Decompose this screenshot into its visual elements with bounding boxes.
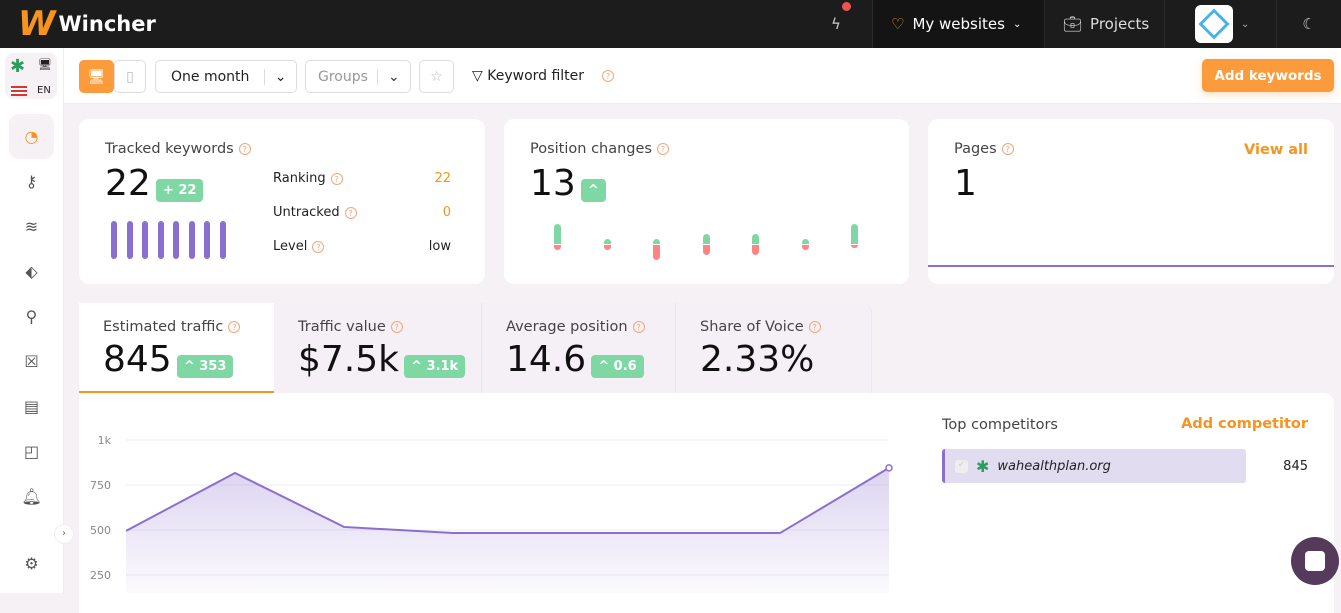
add-keywords-button[interactable]: Add keywords bbox=[1202, 59, 1334, 92]
change-badge: ^ 353 bbox=[176, 355, 234, 378]
search-icon[interactable]: ⚲ bbox=[9, 294, 54, 339]
up-badge: ^ bbox=[580, 179, 606, 202]
change-bar-down bbox=[752, 245, 759, 255]
data-point bbox=[885, 464, 893, 472]
keyword-bars bbox=[111, 221, 226, 259]
change-bar-down bbox=[653, 245, 660, 260]
groups-select[interactable]: Groups ⌄ bbox=[305, 60, 411, 93]
keyword-bar bbox=[142, 221, 148, 259]
keyword-bar bbox=[111, 221, 117, 259]
change-badge: + 22 bbox=[155, 179, 204, 202]
change-bar-up bbox=[554, 224, 561, 244]
metric-tab[interactable]: Estimated traffic? 845 ^ 353 bbox=[79, 303, 274, 393]
filter-icon: ▽ bbox=[472, 68, 483, 84]
y-tick-label: 1k bbox=[98, 434, 112, 447]
star-icon: ☆ bbox=[430, 68, 443, 85]
projects-button[interactable]: 💼︎ Projects bbox=[1044, 0, 1164, 48]
desktop-icon: 🖥︎ bbox=[38, 58, 52, 71]
toolbar: 🖥︎ ▯ One month ⌄ Groups ⌄ ☆ ▽ Keyword filt… bbox=[64, 48, 1341, 104]
keyword-filter-button[interactable]: ▽ Keyword filter? bbox=[472, 68, 615, 84]
my-websites-dropdown[interactable]: ♡ My websites ⌄ bbox=[872, 0, 1044, 48]
y-tick-label: 750 bbox=[90, 479, 111, 492]
favorites-star-button[interactable]: ☆ bbox=[419, 60, 454, 93]
expand-sidebar-button[interactable]: › bbox=[54, 524, 74, 544]
change-badge: ^ 3.1k bbox=[404, 355, 466, 378]
competitors-icon[interactable]: ☒ bbox=[9, 339, 54, 384]
traffic-panel: 1k 750 500 250 Top competitors Add competit… bbox=[79, 393, 1334, 613]
traffic-chart: 1k 750 500 250 bbox=[90, 434, 893, 593]
stat-row: Ranking? 22 bbox=[273, 171, 451, 186]
change-bar-down bbox=[554, 245, 561, 250]
desktop-toggle[interactable]: 🖥︎ bbox=[79, 60, 114, 93]
keyword-bar bbox=[126, 221, 133, 259]
chevron-down-icon: ⌄ bbox=[376, 68, 410, 85]
competitor-row[interactable]: ✓ ✱ wahealthplan.org bbox=[942, 449, 1246, 483]
dark-mode-toggle[interactable]: ☾ bbox=[1276, 0, 1341, 48]
tracked-keywords-card: Tracked keywords? 22 + 22 Ranking? 22 Untr… bbox=[79, 119, 485, 284]
alerts-bell-icon[interactable]: 🔔︎ bbox=[9, 474, 54, 519]
stat-row: Untracked? 0 bbox=[273, 205, 451, 220]
chevron-down-icon: ⌄ bbox=[264, 68, 296, 85]
position-changes-card: Position changes? 13 ^ bbox=[504, 119, 909, 284]
dashboard-icon[interactable]: ◔ bbox=[9, 114, 54, 159]
tags-icon[interactable]: ⬖ bbox=[9, 249, 54, 294]
chat-button[interactable] bbox=[1291, 537, 1339, 585]
moon-icon: ☾ bbox=[1302, 15, 1316, 33]
period-select[interactable]: One month ⌄ bbox=[155, 60, 297, 93]
keyword-bar bbox=[188, 221, 195, 259]
change-bar-down bbox=[702, 245, 710, 255]
change-bar-down bbox=[603, 245, 611, 250]
change-bar-up bbox=[603, 239, 611, 244]
keyword-bar bbox=[173, 221, 179, 259]
site-favicon: ✱ bbox=[976, 456, 990, 476]
keyword-bar bbox=[157, 221, 164, 259]
site-favicon: ✱ bbox=[10, 56, 26, 77]
help-icon: ? bbox=[602, 70, 615, 82]
layers-icon[interactable]: ≋ bbox=[9, 204, 54, 249]
keywords-key-icon[interactable]: ⚷ bbox=[9, 159, 54, 204]
checkbox[interactable]: ✓ bbox=[955, 459, 968, 473]
report-icon[interactable]: ▤ bbox=[9, 384, 54, 429]
view-all-link[interactable]: View all bbox=[1244, 142, 1308, 158]
notes-icon[interactable]: ◰ bbox=[9, 429, 54, 474]
account-menu[interactable]: ⌄ bbox=[1164, 0, 1276, 48]
metric-tab[interactable]: Share of Voice? 2.33% bbox=[676, 303, 872, 393]
y-tick-label: 500 bbox=[90, 524, 111, 537]
keyword-bar bbox=[219, 221, 226, 259]
briefcase-icon: 💼︎ bbox=[1063, 15, 1083, 33]
y-tick-label: 250 bbox=[90, 569, 111, 582]
settings-gear-icon[interactable]: ⚙ bbox=[9, 541, 54, 586]
desktop-icon: 🖥︎ bbox=[87, 68, 106, 85]
change-bar-down bbox=[801, 245, 809, 250]
us-flag-icon bbox=[11, 86, 27, 96]
chevron-down-icon: ⌄ bbox=[1012, 18, 1022, 30]
notifications-button[interactable]: ϟ bbox=[800, 0, 872, 48]
add-competitor-link[interactable]: Add competitor bbox=[1181, 416, 1308, 432]
wincher-logo[interactable]: W Wincher bbox=[18, 4, 156, 44]
avatar bbox=[1195, 5, 1233, 43]
pages-card: Pages? 1 View all bbox=[928, 119, 1334, 284]
metric-tab[interactable]: Traffic value? $7.5k ^ 3.1k bbox=[274, 303, 482, 393]
change-bar-up bbox=[752, 234, 759, 244]
change-bar-up bbox=[653, 239, 660, 244]
top-bar: W Wincher ϟ ♡ My websites ⌄ 💼︎ Projects ⌄ ☾ bbox=[0, 0, 1341, 48]
change-bar-up bbox=[851, 224, 858, 244]
website-switcher[interactable]: ✱ 🖥︎ EN bbox=[5, 53, 57, 99]
change-bar-down bbox=[851, 245, 858, 248]
keyword-bar bbox=[204, 221, 210, 259]
stat-row: Level? low bbox=[273, 239, 451, 254]
change-bar-up bbox=[801, 239, 809, 244]
heart-icon: ♡ bbox=[891, 15, 905, 33]
mobile-toggle[interactable]: ▯ bbox=[114, 60, 146, 93]
change-badge: ^ 0.6 bbox=[591, 355, 644, 378]
change-bar-up bbox=[702, 234, 710, 244]
position-change-bars bbox=[504, 219, 909, 269]
metric-tab[interactable]: Average position? 14.6 ^ 0.6 bbox=[482, 303, 676, 393]
sidebar: ✱ 🖥︎ EN ◔ ⚷ ≋ ⬖ ⚲ ☒ ▤ ◰ 🔔︎ › ⚙ bbox=[0, 48, 74, 593]
bolt-icon: ϟ bbox=[831, 15, 841, 33]
mobile-icon: ▯ bbox=[126, 68, 134, 85]
